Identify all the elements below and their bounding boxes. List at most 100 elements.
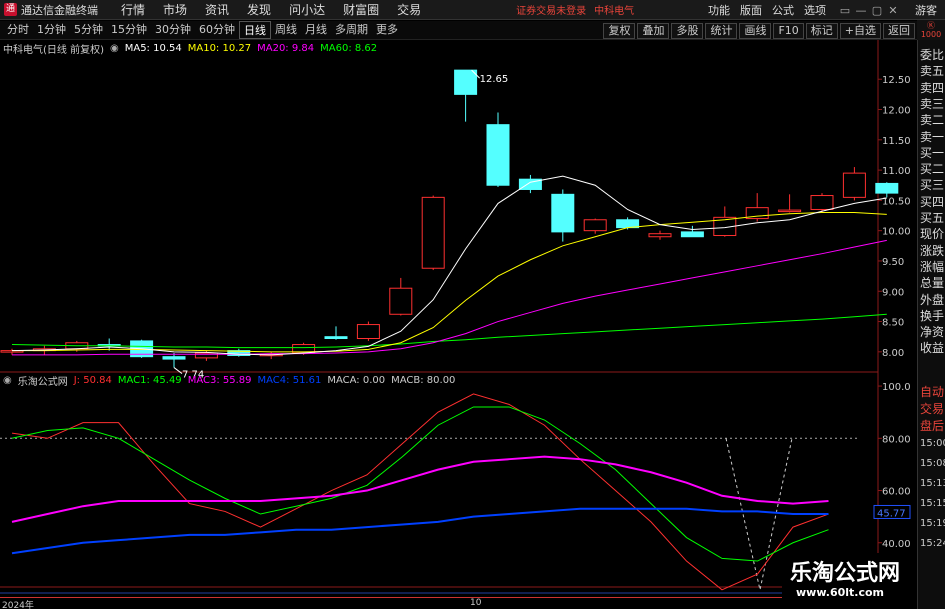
candle-body bbox=[162, 356, 186, 360]
menu-item-2[interactable]: 资讯 bbox=[196, 1, 238, 18]
period-tab-1[interactable]: 1分钟 bbox=[33, 21, 70, 39]
sub-legend-gear-icon[interactable]: ◉ bbox=[3, 375, 12, 386]
high-price-label: 12.65 bbox=[480, 74, 509, 85]
side-item-10[interactable]: 买五 bbox=[920, 209, 944, 226]
minimize-icon[interactable]: — bbox=[853, 4, 869, 17]
right-menu-item-2[interactable]: 公式 bbox=[767, 2, 799, 18]
restore-icon[interactable]: ▭ bbox=[837, 4, 853, 17]
menu-item-0[interactable]: 行情 bbox=[112, 1, 154, 18]
sub-legend-item-2: MAC3: 55.89 bbox=[187, 375, 252, 386]
badge-value: 1000 bbox=[920, 30, 942, 39]
menu-item-4[interactable]: 问小达 bbox=[280, 1, 334, 18]
side-item-6[interactable]: 买一 bbox=[920, 144, 944, 161]
period-tab-9[interactable]: 多周期 bbox=[331, 21, 372, 39]
period-bar: 分时 1分钟 5分钟 15分钟 30分钟 60分钟 日线 周线 月线 多周期 更多 复权 叠加 多股 统计… bbox=[0, 21, 945, 40]
menu-item-1[interactable]: 市场 bbox=[154, 1, 196, 18]
side-time-3: 15:15 bbox=[920, 498, 945, 509]
side-item-7[interactable]: 买二 bbox=[920, 160, 944, 177]
side-item-1[interactable]: 卖五 bbox=[920, 62, 944, 79]
menu-item-6[interactable]: 交易 bbox=[388, 1, 430, 18]
side-item-16[interactable]: 换手 bbox=[920, 307, 944, 324]
side-item-12[interactable]: 涨跌 bbox=[920, 242, 944, 259]
candle-body bbox=[551, 193, 575, 233]
side-item-15[interactable]: 外盘 bbox=[920, 291, 944, 308]
side-item-9[interactable]: 买四 bbox=[920, 193, 944, 210]
tool-button-3[interactable]: 统计 bbox=[705, 22, 738, 39]
maximize-icon[interactable]: ▢ bbox=[869, 4, 885, 17]
tool-button-8[interactable]: 返回 bbox=[883, 22, 915, 39]
sub-value-marker: 45.77 bbox=[877, 508, 906, 519]
side-time-0: 15:00 bbox=[920, 438, 945, 449]
side-item-17[interactable]: 净资 bbox=[920, 323, 944, 340]
tool-button-1[interactable]: 叠加 bbox=[637, 22, 670, 39]
price-axis-label-5: 10.00 bbox=[882, 227, 911, 238]
side-item-4[interactable]: 卖二 bbox=[920, 111, 944, 128]
period-tab-6[interactable]: 日线 bbox=[239, 21, 271, 39]
candle-body bbox=[583, 219, 607, 232]
sub-axis-label-2: 60.00 bbox=[882, 487, 911, 498]
side-item-3[interactable]: 卖三 bbox=[920, 95, 944, 112]
side-lower-item-1[interactable]: 交易 bbox=[920, 400, 944, 417]
kline-chart[interactable]: 12.5012.0011.5011.0010.5010.009.509.008.… bbox=[0, 40, 917, 609]
quote-side-panel: 委比 卖五 卖四 卖三 卖二 卖一 买一 买二 买三 买四 买五 现价 涨跌 涨幅 总量 外盘 换手 净资 收益自动… bbox=[917, 40, 945, 609]
candle-body bbox=[389, 287, 413, 315]
menu-item-5[interactable]: 财富圈 bbox=[334, 1, 388, 18]
tool-button-5[interactable]: F10 bbox=[773, 22, 804, 39]
side-item-13[interactable]: 涨幅 bbox=[920, 258, 944, 275]
app-title: 通达信金融终端 bbox=[21, 3, 98, 17]
side-item-0[interactable]: 委比 bbox=[920, 46, 944, 63]
tool-button-6[interactable]: 标记 bbox=[805, 22, 838, 39]
menu-item-3[interactable]: 发现 bbox=[238, 1, 280, 18]
candle-body bbox=[324, 336, 348, 339]
main-indicator-legend: 中科电气(日线 前复权) ◉ MA5: 10.54 MA10: 10.27 MA20… bbox=[0, 41, 383, 56]
price-axis-label-0: 12.50 bbox=[882, 75, 911, 86]
candle-body bbox=[648, 233, 672, 238]
period-tab-10[interactable]: 更多 bbox=[372, 21, 402, 39]
period-tab-8[interactable]: 月线 bbox=[301, 21, 331, 39]
side-lower-item-0[interactable]: 自动 bbox=[920, 383, 944, 400]
right-menu-item-1[interactable]: 版面 bbox=[735, 2, 767, 18]
period-tab-7[interactable]: 周线 bbox=[271, 21, 301, 39]
period-tab-4[interactable]: 30分钟 bbox=[151, 21, 195, 39]
tool-button-7[interactable]: +自选 bbox=[839, 22, 881, 39]
legend-gear-icon[interactable]: ◉ bbox=[110, 43, 119, 54]
side-item-2[interactable]: 卖四 bbox=[920, 79, 944, 96]
candle-body bbox=[778, 209, 802, 213]
side-time-1: 15:08 bbox=[920, 458, 945, 469]
side-item-18[interactable]: 收益 bbox=[920, 339, 944, 356]
side-lower-item-2[interactable]: 盘后 bbox=[920, 417, 944, 434]
sub-legend-name[interactable]: 乐淘公式网 bbox=[18, 373, 68, 388]
right-menu-item-0[interactable]: 功能 bbox=[703, 2, 735, 18]
sub-indicator-legend: ◉ 乐淘公式网 J: 50.84 MAC1: 45.49 MAC3: 55.89 MA… bbox=[0, 373, 461, 388]
tool-button-2[interactable]: 多股 bbox=[671, 22, 704, 39]
sub-legend-item-4: MACA: 0.00 bbox=[327, 375, 386, 386]
main-legend-item-1: MA10: 10.27 bbox=[187, 43, 252, 54]
side-item-5[interactable]: 卖一 bbox=[920, 128, 944, 145]
candle-body bbox=[356, 324, 380, 340]
period-tab-5[interactable]: 60分钟 bbox=[195, 21, 239, 39]
trade-login-status[interactable]: 证券交易未登录 bbox=[516, 2, 586, 17]
side-item-14[interactable]: 总量 bbox=[920, 274, 944, 291]
badge-icon: Ⓚ bbox=[927, 21, 935, 30]
side-item-11[interactable]: 现价 bbox=[920, 225, 944, 242]
period-tab-0[interactable]: 分时 bbox=[3, 21, 33, 39]
close-icon[interactable]: ✕ bbox=[885, 4, 901, 17]
tool-button-0[interactable]: 复权 bbox=[603, 22, 636, 39]
period-tab-3[interactable]: 15分钟 bbox=[107, 21, 151, 39]
price-axis-label-7: 9.00 bbox=[882, 287, 904, 298]
main-legend-item-0: MA5: 10.54 bbox=[124, 43, 182, 54]
right-menu-item-3[interactable]: 选项 bbox=[799, 2, 831, 18]
price-axis-label-6: 9.50 bbox=[882, 257, 904, 268]
period-tab-2[interactable]: 5分钟 bbox=[70, 21, 107, 39]
candle-body bbox=[486, 124, 510, 186]
date-label-year: 2024年 bbox=[2, 601, 34, 609]
candle-body bbox=[454, 69, 478, 95]
right-menu-items: 功能 版面 公式 选项 bbox=[703, 2, 831, 18]
side-item-8[interactable]: 买三 bbox=[920, 176, 944, 193]
guest-label[interactable]: 游客 bbox=[915, 2, 937, 18]
tool-button-4[interactable]: 画线 bbox=[739, 22, 772, 39]
sub-legend-item-1: MAC1: 45.49 bbox=[117, 375, 182, 386]
account-badge[interactable]: Ⓚ 1000 bbox=[917, 20, 945, 41]
candle-body bbox=[842, 172, 866, 198]
side-time-4: 15:19 bbox=[920, 518, 945, 529]
